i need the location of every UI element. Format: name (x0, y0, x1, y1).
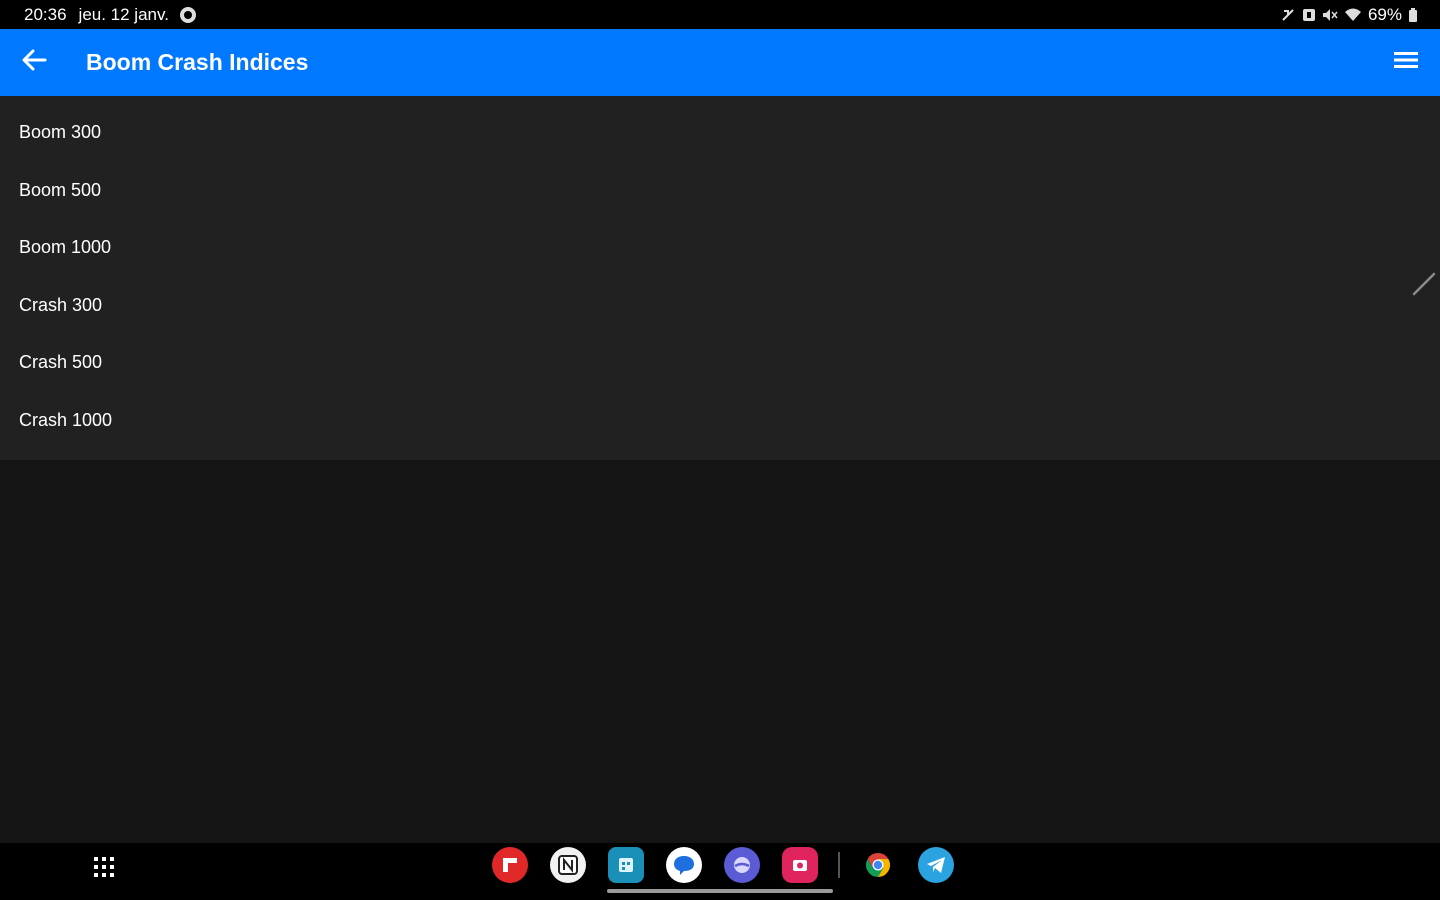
list-item-label: Crash 300 (19, 294, 103, 315)
battery-percentage: 69% (1367, 4, 1402, 24)
telegram-icon[interactable] (918, 847, 954, 883)
battery-icon (1408, 7, 1418, 22)
list-item-boom-300[interactable]: Boom 300 (0, 104, 1440, 162)
screen-recorder-icon[interactable] (782, 847, 818, 883)
internet-browser-icon[interactable] (724, 847, 760, 883)
list-item-crash-500[interactable]: Crash 500 (0, 334, 1440, 392)
alarm-icon (1302, 8, 1316, 22)
list-item-label: Boom 1000 (19, 237, 112, 258)
hamburger-menu-icon (1394, 51, 1418, 74)
page-title: Boom Crash Indices (86, 49, 309, 75)
mute-icon (1280, 7, 1296, 23)
status-date: jeu. 12 janv. (78, 4, 169, 24)
list-item-label: Crash 1000 (19, 409, 113, 430)
home-indicator[interactable] (607, 889, 833, 893)
back-button[interactable] (0, 29, 68, 96)
volume-off-icon (1322, 8, 1338, 22)
menu-button[interactable] (1372, 29, 1440, 96)
chrome-icon[interactable] (860, 847, 896, 883)
status-right: 69% (1280, 5, 1418, 25)
dock-separator (838, 852, 840, 878)
indices-list: Boom 300 Boom 500 Boom 1000 Crash 300 Cr… (0, 96, 1440, 460)
apps-grid-icon[interactable] (90, 853, 118, 881)
app-bar: Boom Crash Indices (0, 29, 1440, 96)
status-bar: 20:36 jeu. 12 janv. 69% (0, 0, 1440, 29)
calendar-icon[interactable] (608, 847, 644, 883)
wifi-icon (1344, 8, 1362, 22)
list-item-crash-300[interactable]: Crash 300 (0, 277, 1440, 335)
list-item-label: Boom 300 (19, 122, 102, 143)
edge-panel-handle[interactable] (1412, 272, 1436, 301)
status-time: 20:36 (24, 4, 67, 24)
app-dock (492, 847, 976, 883)
list-item-label: Crash 500 (19, 352, 103, 373)
taskbar (0, 843, 1440, 900)
list-item-boom-500[interactable]: Boom 500 (0, 162, 1440, 220)
list-item-label: Boom 500 (19, 179, 102, 200)
status-left: 20:36 jeu. 12 janv. (24, 5, 197, 25)
flipboard-icon[interactable] (492, 847, 528, 883)
messages-icon[interactable] (666, 847, 702, 883)
list-item-boom-1000[interactable]: Boom 1000 (0, 219, 1440, 277)
notification-dot-icon (179, 6, 197, 24)
arrow-left-icon (21, 49, 47, 76)
list-item-crash-1000[interactable]: Crash 1000 (0, 392, 1440, 450)
notion-icon[interactable] (550, 847, 586, 883)
